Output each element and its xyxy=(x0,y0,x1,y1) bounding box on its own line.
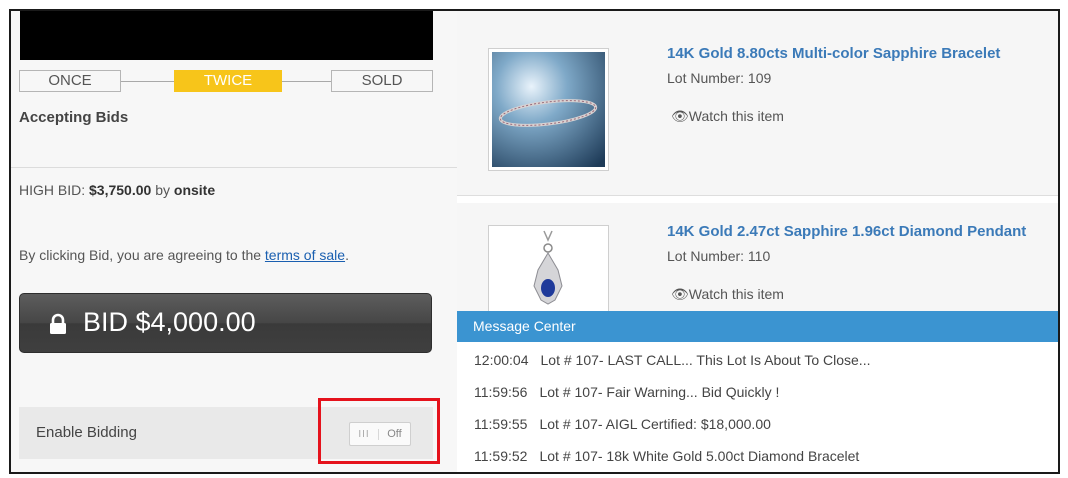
stage-twice-active: TWICE xyxy=(174,70,282,92)
message-center: Message Center 12:00:04 Lot # 107- LAST C… xyxy=(457,311,1058,472)
lot-number: Lot Number: 110 xyxy=(667,248,771,264)
message-row: 11:59:55 Lot # 107- AIGL Certified: $18,0… xyxy=(474,416,771,432)
watch-item-link[interactable]: 👁Watch this item xyxy=(671,108,784,125)
message-row: 12:00:04 Lot # 107- LAST CALL... This Lot… xyxy=(474,352,870,368)
bid-button[interactable]: BID $4,000.00 xyxy=(19,293,432,353)
toggle-grip-icon: III xyxy=(350,428,379,440)
lot-thumbnail[interactable] xyxy=(488,48,609,171)
message-text: Lot # 107- AIGL Certified: $18,000.00 xyxy=(539,416,771,432)
message-text: Lot # 107- Fair Warning... Bid Quickly ! xyxy=(539,384,780,400)
enable-bidding-row: Enable Bidding III Off xyxy=(19,407,433,459)
auction-stage-indicator: ONCE TWICE SOLD xyxy=(19,70,433,92)
high-bid-by: by xyxy=(155,182,170,198)
message-row: 11:59:52 Lot # 107- 18k White Gold 5.00ct… xyxy=(474,448,859,464)
message-time: 11:59:52 xyxy=(474,448,528,464)
enable-bidding-label: Enable Bidding xyxy=(36,424,137,441)
terms-suffix: . xyxy=(345,247,349,263)
message-text: Lot # 107- 18k White Gold 5.00ct Diamond… xyxy=(539,448,860,464)
watch-item-label: Watch this item xyxy=(688,108,784,124)
bid-button-label: BID $4,000.00 xyxy=(83,307,256,337)
sapphire-bracelet-image xyxy=(492,52,605,167)
high-bid-label: HIGH BID: xyxy=(19,182,86,198)
high-bid-amount: $3,750.00 xyxy=(89,182,152,198)
message-text: Lot # 107- LAST CALL... This Lot Is Abou… xyxy=(540,352,871,368)
live-video-feed xyxy=(20,11,433,60)
auction-window: ONCE TWICE SOLD Accepting Bids HIGH BID:… xyxy=(9,9,1060,474)
enable-bidding-toggle[interactable]: III Off xyxy=(349,422,411,446)
bidding-panel: ONCE TWICE SOLD Accepting Bids HIGH BID:… xyxy=(11,11,458,472)
divider xyxy=(11,167,457,168)
high-bidder-name: onsite xyxy=(173,182,216,198)
terms-notice: By clicking Bid, you are agreeing to the… xyxy=(19,247,349,263)
lot-title-link[interactable]: 14K Gold 2.47ct Sapphire 1.96ct Diamond … xyxy=(667,223,1026,240)
message-center-header: Message Center xyxy=(457,311,1058,342)
bidding-status: Accepting Bids xyxy=(19,109,129,126)
lot-title-link[interactable]: 14K Gold 8.80cts Multi-color Sapphire Br… xyxy=(667,45,1000,62)
message-row: 11:59:56 Lot # 107- Fair Warning... Bid Q… xyxy=(474,384,779,400)
message-time: 11:59:56 xyxy=(474,384,528,400)
lock-icon xyxy=(50,313,66,334)
eye-icon: 👁 xyxy=(671,286,689,302)
lot-number: Lot Number: 109 xyxy=(667,70,772,86)
lot-item[interactable]: 14K Gold 8.80cts Multi-color Sapphire Br… xyxy=(457,11,1058,196)
terms-prefix: By clicking Bid, you are agreeing to the xyxy=(19,247,262,263)
terms-of-sale-link[interactable]: terms of sale xyxy=(265,247,345,263)
watch-item-link[interactable]: 👁Watch this item xyxy=(671,286,784,303)
eye-icon: 👁 xyxy=(671,108,689,124)
message-time: 12:00:04 xyxy=(474,352,529,368)
message-time: 11:59:55 xyxy=(474,416,528,432)
stage-sold: SOLD xyxy=(331,70,433,92)
lots-panel: 14K Gold 8.80cts Multi-color Sapphire Br… xyxy=(457,11,1058,472)
toggle-state: Off xyxy=(387,428,402,440)
high-bid-info: HIGH BID: $3,750.00 by onsite xyxy=(19,182,215,198)
watch-item-label: Watch this item xyxy=(688,286,784,302)
stage-once: ONCE xyxy=(19,70,121,92)
